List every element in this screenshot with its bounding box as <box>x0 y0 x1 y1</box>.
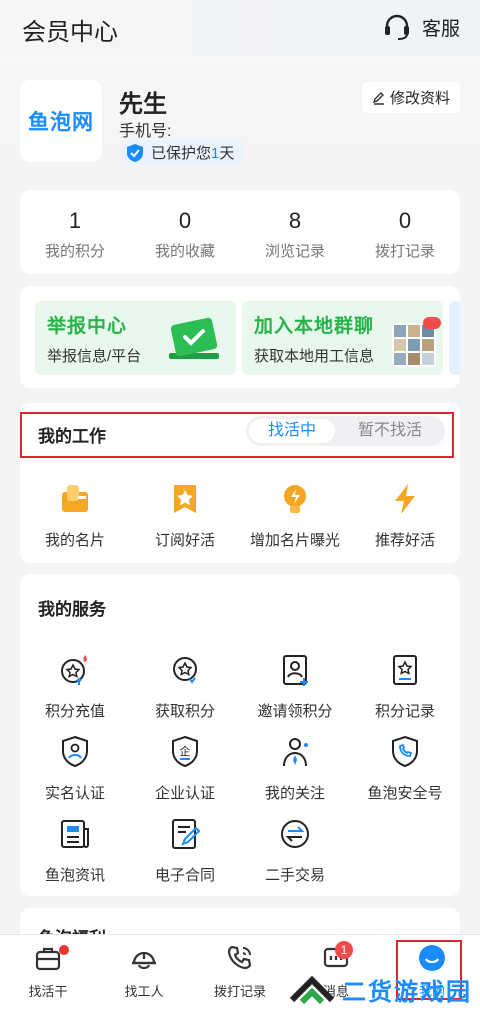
service-real-name-auth[interactable]: 实名认证 <box>20 732 130 803</box>
card-icon <box>55 479 95 519</box>
service-get-points[interactable]: 获取积分 <box>130 650 240 721</box>
invite-icon <box>275 650 315 690</box>
service-label: 实名认证 <box>44 785 105 802</box>
lightbulb-icon <box>275 479 315 519</box>
stat-call-history[interactable]: 0 拨打记录 <box>350 190 460 274</box>
join-group-banner[interactable]: 加入本地群聊 获取本地用工信息 <box>242 301 443 375</box>
points-record-icon <box>385 650 425 690</box>
get-points-icon <box>165 650 205 690</box>
service-label: 电子合同 <box>154 867 215 884</box>
enterprise-shield-icon: 企 <box>165 732 205 772</box>
services-row-3: 鱼泡资讯 电子合同 二手交易 <box>20 814 460 885</box>
top-header: 会员中心 客服 <box>0 0 480 56</box>
banner-title: 加入本地群聊 <box>254 316 375 337</box>
phone-icon <box>227 945 252 970</box>
service-points-record[interactable]: 积分记录 <box>350 650 460 721</box>
service-label: 鱼泡资讯 <box>44 867 105 884</box>
work-items-row: 我的名片 订阅好活 增加名片曝光 推荐好活 <box>20 479 460 550</box>
svg-text:企: 企 <box>180 744 191 758</box>
highlight-box-my-work <box>20 412 454 458</box>
edit-profile-button[interactable]: 修改资料 <box>361 82 460 113</box>
customer-service-button[interactable]: 客服 <box>382 12 460 42</box>
work-item-label: 我的名片 <box>44 532 105 549</box>
news-icon <box>55 814 95 854</box>
my-services-card: 我的服务 积分充值 获取积分 邀请领积分 积分记录 实名认证 企 企业认证 我的… <box>20 574 460 896</box>
service-label: 积分记录 <box>374 703 435 720</box>
work-item-subscribe[interactable]: 订阅好活 <box>130 479 240 550</box>
service-news[interactable]: 鱼泡资讯 <box>20 814 130 885</box>
work-item-label: 推荐好活 <box>374 532 435 549</box>
phone-label: 手机号: <box>119 123 172 140</box>
banner-subtitle: 获取本地用工信息 <box>254 348 375 365</box>
services-row-1: 积分充值 获取积分 邀请领积分 积分记录 <box>20 650 460 721</box>
stat-favorites[interactable]: 0 我的收藏 <box>130 190 240 274</box>
stat-browse-history[interactable]: 8 浏览记录 <box>240 190 350 274</box>
pencil-icon <box>372 91 384 105</box>
service-label: 鱼泡安全号 <box>367 785 443 802</box>
service-label: 企业认证 <box>154 785 215 802</box>
protect-text: 已保护您1天 <box>151 145 235 162</box>
contract-icon <box>165 814 205 854</box>
service-label: 邀请领积分 <box>257 703 333 720</box>
tab-label: 找活干 <box>28 984 68 999</box>
points-recharge-icon <box>55 650 95 690</box>
avatar-logo-text: 鱼泡网 <box>28 111 94 134</box>
star-bookmark-icon <box>165 479 205 519</box>
customer-service-label: 客服 <box>421 18 460 40</box>
protect-badge: 已保护您1天 <box>121 140 245 165</box>
services-row-2: 实名认证 企 企业认证 我的关注 鱼泡安全号 <box>20 732 460 803</box>
headset-icon <box>384 14 409 40</box>
service-label: 我的关注 <box>264 785 325 802</box>
my-services-title: 我的服务 <box>38 600 106 619</box>
profile-section: 鱼泡网 先生 手机号: 已保护您1天 修改资料 <box>0 56 480 180</box>
service-label: 获取积分 <box>154 703 215 720</box>
tab-find-work[interactable]: 找活干 <box>0 935 96 1000</box>
service-label: 二手交易 <box>264 867 325 884</box>
service-label: 积分充值 <box>44 703 105 720</box>
service-safe-number[interactable]: 鱼泡安全号 <box>350 732 460 803</box>
watermark-text: 二货游戏园 <box>342 979 472 1006</box>
page-title: 会员中心 <box>22 19 118 46</box>
lightning-icon <box>385 479 425 519</box>
stats-card: 1 我的积分 0 我的收藏 8 浏览记录 0 拨打记录 <box>20 190 460 274</box>
id-shield-icon <box>55 732 95 772</box>
ticket-check-icon <box>169 317 219 359</box>
avatar[interactable]: 鱼泡网 <box>20 80 102 162</box>
message-count-badge: 1 <box>335 941 353 959</box>
work-item-recommend[interactable]: 推荐好活 <box>350 479 460 550</box>
banner-subtitle: 举报信息/平台 <box>47 348 142 365</box>
exchange-icon <box>275 814 315 854</box>
shield-icon <box>127 143 143 162</box>
service-second-hand[interactable]: 二手交易 <box>240 814 350 885</box>
stat-points[interactable]: 1 我的积分 <box>20 190 130 274</box>
follow-icon <box>275 732 315 772</box>
work-item-label: 增加名片曝光 <box>249 532 340 549</box>
banner-carousel: 举报中心 举报信息/平台 加入本地群聊 获取本地用工信息 <box>20 286 460 388</box>
tab-find-workers[interactable]: 找工人 <box>96 935 192 1000</box>
service-enterprise-auth[interactable]: 企 企业认证 <box>130 732 240 803</box>
edit-profile-label: 修改资料 <box>389 90 450 107</box>
group-message-badge <box>423 317 441 329</box>
hardhat-icon <box>132 951 156 970</box>
service-e-contract[interactable]: 电子合同 <box>130 814 240 885</box>
tab-label: 拨打记录 <box>213 984 266 999</box>
report-center-banner[interactable]: 举报中心 举报信息/平台 <box>35 301 236 375</box>
work-item-my-card[interactable]: 我的名片 <box>20 479 130 550</box>
next-banner-peek[interactable] <box>449 301 460 375</box>
group-photos-icon <box>392 323 436 367</box>
banner-title: 举报中心 <box>47 316 128 337</box>
watermark-logo-icon <box>290 975 334 1004</box>
service-invite-points[interactable]: 邀请领积分 <box>240 650 350 721</box>
watermark: 二货游戏园 <box>290 972 472 1007</box>
tab-label: 找工人 <box>124 984 164 999</box>
service-points-recharge[interactable]: 积分充值 <box>20 650 130 721</box>
notification-dot <box>59 945 69 955</box>
work-item-boost-exposure[interactable]: 增加名片曝光 <box>240 479 350 550</box>
phone-shield-icon <box>385 732 425 772</box>
service-my-follows[interactable]: 我的关注 <box>240 732 350 803</box>
user-name: 先生 <box>119 91 167 118</box>
tab-call-history[interactable]: 拨打记录 <box>192 935 288 1000</box>
work-item-label: 订阅好活 <box>154 532 215 549</box>
